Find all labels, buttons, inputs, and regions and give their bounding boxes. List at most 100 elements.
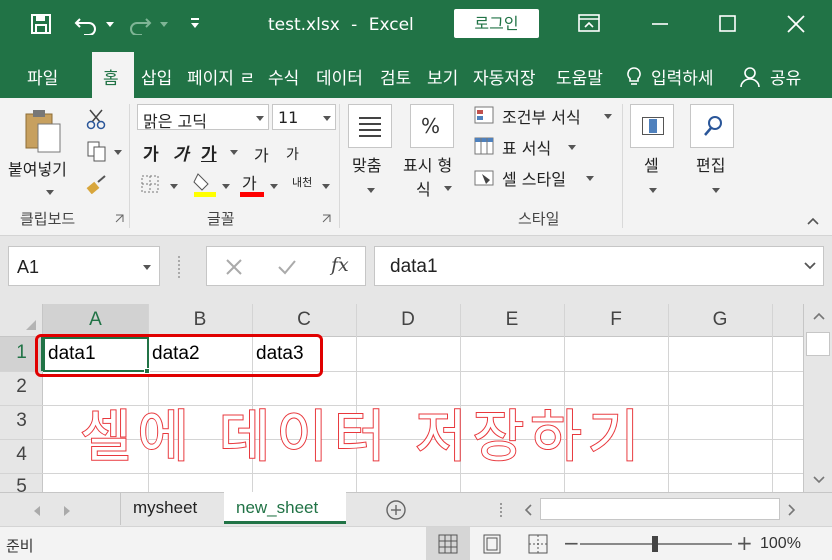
title-separator: - — [351, 15, 358, 35]
formula-input[interactable]: data1 — [374, 246, 824, 286]
tab-file[interactable]: 파일 — [27, 64, 58, 89]
shrink-font-button[interactable]: 가 — [286, 144, 299, 164]
sheet-tab-mysheet[interactable]: mysheet — [133, 498, 197, 518]
minimize-icon[interactable] — [650, 14, 670, 34]
chevron-down-icon — [568, 145, 576, 150]
font-size-select[interactable]: 11 — [272, 104, 336, 130]
title-bar: test.xlsx - Excel 로그인 — [0, 0, 832, 52]
copy-dropdown-icon[interactable] — [114, 150, 122, 155]
chevron-down-icon — [143, 265, 151, 270]
tab-help[interactable]: 도움말 — [556, 64, 603, 89]
sheet-next-icon[interactable] — [62, 505, 72, 517]
sheet-tabs-bar: mysheet new_sheet — [0, 492, 832, 526]
paste-button[interactable]: 붙여넣기 — [4, 102, 76, 210]
tab-autosave[interactable]: 자동저장 — [473, 64, 536, 89]
expand-formula-bar-icon[interactable] — [803, 261, 817, 271]
group-divider — [339, 104, 340, 228]
scroll-thumb[interactable] — [806, 332, 830, 356]
phonetic-dropdown-icon[interactable] — [322, 184, 330, 189]
login-button[interactable]: 로그인 — [454, 9, 539, 38]
tab-data[interactable]: 데이터 — [316, 64, 363, 89]
customize-qat-icon[interactable] — [188, 16, 202, 30]
tab-page-layout[interactable]: 페이지 ㄹ — [187, 64, 255, 89]
phonetic-button[interactable]: 내천 — [292, 174, 312, 190]
underline-dropdown-icon[interactable] — [230, 150, 238, 155]
formula-buttons: fx — [206, 246, 366, 286]
format-painter-icon[interactable] — [86, 174, 108, 194]
editing-button[interactable]: 편집 — [688, 102, 740, 208]
normal-view-button[interactable] — [426, 527, 470, 560]
clipboard-launcher-icon[interactable] — [115, 214, 124, 223]
chevron-down-icon — [256, 116, 264, 121]
tab-review[interactable]: 검토 — [380, 64, 411, 89]
bold-button[interactable]: 가 — [143, 140, 159, 165]
zoom-slider-thumb[interactable] — [652, 536, 658, 552]
tab-formulas[interactable]: 수식 — [268, 64, 299, 89]
borders-icon[interactable] — [140, 174, 162, 194]
h-scroll-thumb[interactable] — [540, 498, 780, 520]
vertical-scrollbar[interactable] — [803, 304, 832, 492]
copy-icon[interactable] — [86, 140, 108, 162]
font-name-value: 맑은 고딕 — [143, 112, 207, 131]
number-format-button[interactable]: % 표시 형 식 — [400, 102, 466, 208]
fill-color-icon[interactable] — [192, 170, 218, 198]
scroll-right-icon[interactable] — [788, 504, 796, 516]
tell-me-search[interactable]: 입력하세 — [651, 64, 714, 89]
cells-button[interactable]: 셀 — [628, 102, 678, 208]
undo-icon[interactable] — [74, 13, 98, 35]
name-box[interactable]: A1 — [8, 246, 160, 286]
page-layout-view-icon[interactable] — [482, 534, 502, 554]
zoom-level[interactable]: 100% — [760, 535, 801, 553]
italic-button[interactable]: 가 — [173, 140, 189, 165]
ribbon-display-options-icon[interactable] — [577, 12, 601, 34]
conditional-formatting-button[interactable]: 조건부 서식 — [474, 104, 616, 130]
cells-label: 셀 — [644, 156, 659, 175]
cell-styles-button[interactable]: 셀 스타일 — [474, 166, 616, 192]
zoom-in-button[interactable]: + — [736, 531, 753, 555]
cut-icon[interactable] — [86, 108, 106, 130]
undo-dropdown-icon[interactable] — [106, 22, 114, 27]
person-icon — [740, 67, 760, 88]
sheet-tab-new-sheet[interactable]: new_sheet — [224, 492, 346, 524]
group-divider — [622, 104, 623, 228]
formula-input-value: data1 — [390, 256, 438, 277]
format-as-table-button[interactable]: 표 서식 — [474, 135, 616, 161]
tab-home[interactable]: 홈 — [92, 52, 134, 98]
tab-insert[interactable]: 삽입 — [141, 64, 172, 89]
annotation-text: 셀에 데이터 저장하기 — [79, 404, 646, 471]
borders-dropdown-icon[interactable] — [170, 184, 178, 189]
share-button[interactable]: 공유 — [770, 64, 801, 89]
fill-color-dropdown-icon[interactable] — [222, 184, 230, 189]
cancel-entry-icon[interactable] — [225, 258, 243, 276]
collapse-ribbon-icon[interactable] — [806, 216, 820, 226]
confirm-entry-icon[interactable] — [277, 258, 297, 276]
redo-dropdown-icon[interactable] — [160, 22, 168, 27]
splitter-handle[interactable] — [178, 256, 181, 278]
tab-splitter[interactable] — [500, 503, 503, 517]
scroll-down-icon[interactable] — [813, 476, 825, 484]
font-launcher-icon[interactable] — [322, 214, 331, 223]
highlight-box — [35, 334, 323, 377]
font-color-dropdown-icon[interactable] — [270, 184, 278, 189]
scroll-up-icon[interactable] — [813, 312, 825, 320]
sheet-prev-icon[interactable] — [32, 505, 42, 517]
add-sheet-icon[interactable] — [385, 499, 407, 521]
percent-icon: % — [410, 104, 454, 148]
horizontal-scrollbar[interactable] — [516, 496, 804, 522]
close-icon[interactable] — [786, 14, 806, 34]
scroll-left-icon[interactable] — [524, 504, 532, 516]
redo-icon[interactable] — [128, 13, 152, 35]
page-break-view-icon[interactable] — [528, 534, 548, 554]
font-name-select[interactable]: 맑은 고딕 — [137, 104, 269, 131]
clipboard-group-label: 클립보드 — [20, 210, 76, 228]
maximize-icon[interactable] — [718, 14, 738, 34]
grow-font-button[interactable]: 가 — [254, 142, 269, 166]
insert-function-button[interactable]: fx — [331, 254, 349, 276]
save-icon[interactable] — [30, 13, 52, 35]
alignment-button[interactable]: 맞춤 — [345, 102, 397, 208]
font-color-button[interactable]: 가 — [240, 170, 266, 198]
zoom-out-button[interactable]: − — [563, 531, 580, 555]
conditional-format-icon — [474, 106, 494, 124]
underline-button[interactable]: 가 — [201, 140, 217, 165]
tab-view[interactable]: 보기 — [427, 64, 458, 89]
